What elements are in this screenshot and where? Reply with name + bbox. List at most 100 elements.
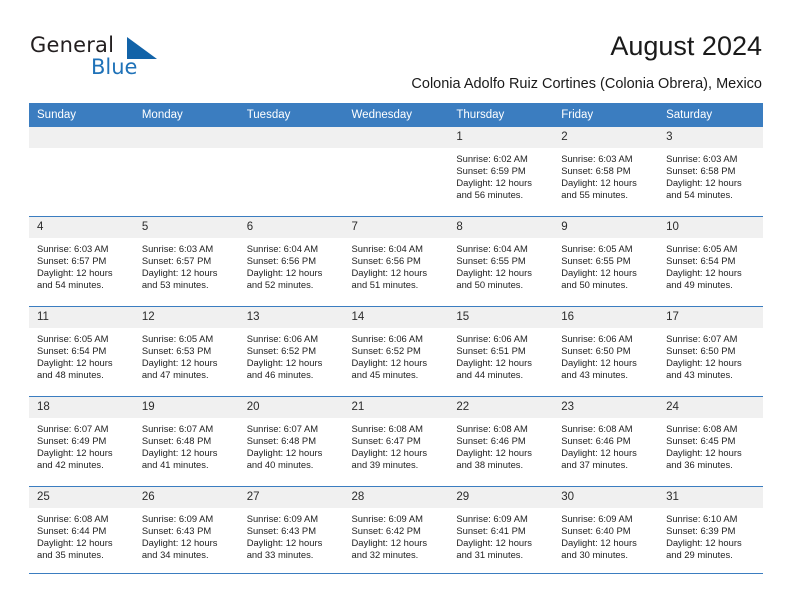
daylight-text-line2: and 37 minutes.: [561, 459, 628, 471]
day-details: Sunrise: 6:03 AM Sunset: 6:58 PM Dayligh…: [658, 148, 763, 201]
sunrise-text: Sunrise: 6:02 AM: [456, 153, 528, 164]
logo-text-blue: Blue: [91, 55, 138, 79]
day-number: 23: [553, 397, 659, 418]
day-cell[interactable]: 11 Sunrise: 6:05 AM Sunset: 6:54 PM Dayl…: [29, 306, 134, 397]
sunrise-text: Sunrise: 6:08 AM: [561, 423, 633, 434]
sunset-text: Sunset: 6:47 PM: [351, 435, 421, 447]
day-cell[interactable]: 7 Sunrise: 6:04 AM Sunset: 6:56 PM Dayli…: [343, 216, 449, 307]
day-cell[interactable]: 2 Sunrise: 6:03 AM Sunset: 6:58 PM Dayli…: [553, 127, 659, 217]
day-cell[interactable]: [29, 127, 134, 217]
day-cell[interactable]: 4 Sunrise: 6:03 AM Sunset: 6:57 PM Dayli…: [29, 216, 134, 307]
sunrise-text: Sunrise: 6:05 AM: [37, 333, 109, 344]
day-details: Sunrise: 6:09 AM Sunset: 6:41 PM Dayligh…: [448, 508, 553, 561]
sunrise-text: Sunrise: 6:08 AM: [351, 423, 423, 434]
day-details: Sunrise: 6:07 AM Sunset: 6:50 PM Dayligh…: [658, 328, 763, 381]
day-cell[interactable]: [343, 127, 449, 217]
day-cell[interactable]: 31 Sunrise: 6:10 AM Sunset: 6:39 PM Dayl…: [658, 486, 763, 576]
daylight-text-line2: and 50 minutes.: [561, 279, 628, 291]
day-cell[interactable]: 3 Sunrise: 6:03 AM Sunset: 6:58 PM Dayli…: [658, 127, 763, 217]
day-cell[interactable]: [133, 127, 239, 217]
sunset-text: Sunset: 6:54 PM: [666, 255, 736, 267]
day-cell[interactable]: 8 Sunrise: 6:04 AM Sunset: 6:55 PM Dayli…: [448, 216, 554, 307]
day-cell[interactable]: 27 Sunrise: 6:09 AM Sunset: 6:43 PM Dayl…: [238, 486, 344, 576]
day-cell[interactable]: 12 Sunrise: 6:05 AM Sunset: 6:53 PM Dayl…: [133, 306, 239, 397]
sunset-text: Sunset: 6:43 PM: [246, 525, 316, 537]
day-cell[interactable]: 19 Sunrise: 6:07 AM Sunset: 6:48 PM Dayl…: [133, 396, 239, 487]
calendar-week-row: 25 Sunrise: 6:08 AM Sunset: 6:44 PM Dayl…: [29, 486, 763, 576]
calendar-bottom-border: [29, 573, 763, 574]
day-number: 19: [133, 397, 239, 418]
day-details: Sunrise: 6:09 AM Sunset: 6:40 PM Dayligh…: [553, 508, 658, 561]
day-cell[interactable]: 18 Sunrise: 6:07 AM Sunset: 6:49 PM Dayl…: [29, 396, 134, 487]
day-cell[interactable]: 15 Sunrise: 6:06 AM Sunset: 6:51 PM Dayl…: [448, 306, 554, 397]
daylight-text-line2: and 34 minutes.: [141, 549, 209, 561]
day-cell[interactable]: 28 Sunrise: 6:09 AM Sunset: 6:42 PM Dayl…: [343, 486, 449, 576]
daylight-text-line1: Daylight: 12 hours: [666, 447, 742, 459]
day-cell[interactable]: 20 Sunrise: 6:07 AM Sunset: 6:48 PM Dayl…: [238, 396, 344, 487]
day-details: Sunrise: 6:06 AM Sunset: 6:51 PM Dayligh…: [448, 328, 553, 381]
day-cell[interactable]: 10 Sunrise: 6:05 AM Sunset: 6:54 PM Dayl…: [658, 216, 763, 307]
day-details: Sunrise: 6:03 AM Sunset: 6:57 PM Dayligh…: [134, 238, 239, 291]
daylight-text-line2: and 53 minutes.: [141, 279, 209, 291]
daylight-text-line1: Daylight: 12 hours: [351, 267, 428, 279]
calendar-week-row: 11 Sunrise: 6:05 AM Sunset: 6:54 PM Dayl…: [29, 306, 763, 397]
day-details: Sunrise: 6:05 AM Sunset: 6:54 PM Dayligh…: [658, 238, 763, 291]
daylight-text-line2: and 39 minutes.: [351, 459, 419, 471]
day-cell[interactable]: 25 Sunrise: 6:08 AM Sunset: 6:44 PM Dayl…: [29, 486, 134, 576]
daylight-text-line2: and 43 minutes.: [666, 369, 733, 381]
day-cell[interactable]: 23 Sunrise: 6:08 AM Sunset: 6:46 PM Dayl…: [553, 396, 659, 487]
day-cell[interactable]: 9 Sunrise: 6:05 AM Sunset: 6:55 PM Dayli…: [553, 216, 659, 307]
daylight-text-line2: and 38 minutes.: [456, 459, 524, 471]
day-cell[interactable]: [238, 127, 344, 217]
day-cell[interactable]: 1 Sunrise: 6:02 AM Sunset: 6:59 PM Dayli…: [448, 127, 554, 217]
daylight-text-line2: and 40 minutes.: [246, 459, 314, 471]
daylight-text-line2: and 44 minutes.: [456, 369, 524, 381]
sunset-text: Sunset: 6:50 PM: [561, 345, 631, 357]
daylight-text-line1: Daylight: 12 hours: [351, 357, 428, 369]
weekday-header-wednesday: Wednesday: [343, 103, 449, 127]
daylight-text-line1: Daylight: 12 hours: [666, 177, 742, 189]
day-cell[interactable]: 17 Sunrise: 6:07 AM Sunset: 6:50 PM Dayl…: [658, 306, 763, 397]
sunset-text: Sunset: 6:50 PM: [666, 345, 736, 357]
calendar-header-row: Sunday Monday Tuesday Wednesday Thursday…: [29, 103, 763, 127]
day-cell[interactable]: 16 Sunrise: 6:06 AM Sunset: 6:50 PM Dayl…: [553, 306, 659, 397]
day-details: Sunrise: 6:06 AM Sunset: 6:52 PM Dayligh…: [344, 328, 449, 381]
sunset-text: Sunset: 6:43 PM: [141, 525, 212, 537]
day-details: Sunrise: 6:04 AM Sunset: 6:56 PM Dayligh…: [344, 238, 449, 291]
day-cell[interactable]: 24 Sunrise: 6:08 AM Sunset: 6:45 PM Dayl…: [658, 396, 763, 487]
sunset-text: Sunset: 6:48 PM: [246, 435, 316, 447]
day-number: 6: [238, 217, 344, 238]
sunrise-text: Sunrise: 6:05 AM: [561, 243, 633, 254]
day-cell[interactable]: 6 Sunrise: 6:04 AM Sunset: 6:56 PM Dayli…: [238, 216, 344, 307]
day-cell[interactable]: 22 Sunrise: 6:08 AM Sunset: 6:46 PM Dayl…: [448, 396, 554, 487]
sunrise-text: Sunrise: 6:05 AM: [141, 333, 214, 344]
day-details: Sunrise: 6:08 AM Sunset: 6:44 PM Dayligh…: [29, 508, 134, 561]
day-details: Sunrise: 6:03 AM Sunset: 6:57 PM Dayligh…: [29, 238, 134, 291]
day-cell[interactable]: 29 Sunrise: 6:09 AM Sunset: 6:41 PM Dayl…: [448, 486, 554, 576]
general-blue-logo[interactable]: General Blue: [30, 33, 210, 83]
day-number: [29, 127, 134, 148]
sunset-text: Sunset: 6:48 PM: [141, 435, 212, 447]
daylight-text-line2: and 51 minutes.: [351, 279, 419, 291]
day-cell[interactable]: 13 Sunrise: 6:06 AM Sunset: 6:52 PM Dayl…: [238, 306, 344, 397]
weekday-header-tuesday: Tuesday: [238, 103, 344, 127]
sunset-text: Sunset: 6:58 PM: [561, 165, 631, 177]
daylight-text-line2: and 54 minutes.: [666, 189, 733, 201]
day-details: Sunrise: 6:04 AM Sunset: 6:56 PM Dayligh…: [239, 238, 344, 291]
page-subtitle: Colonia Adolfo Ruiz Cortines (Colonia Ob…: [411, 76, 762, 92]
day-cell[interactable]: 26 Sunrise: 6:09 AM Sunset: 6:43 PM Dayl…: [133, 486, 239, 576]
day-cell[interactable]: 5 Sunrise: 6:03 AM Sunset: 6:57 PM Dayli…: [133, 216, 239, 307]
day-cell[interactable]: 30 Sunrise: 6:09 AM Sunset: 6:40 PM Dayl…: [553, 486, 659, 576]
sunrise-text: Sunrise: 6:06 AM: [561, 333, 633, 344]
weekday-header-thursday: Thursday: [448, 103, 554, 127]
day-number: 26: [133, 487, 239, 508]
day-cell[interactable]: 21 Sunrise: 6:08 AM Sunset: 6:47 PM Dayl…: [343, 396, 449, 487]
sunset-text: Sunset: 6:52 PM: [351, 345, 421, 357]
sunrise-text: Sunrise: 6:03 AM: [141, 243, 214, 254]
day-number: 3: [658, 127, 763, 148]
day-cell[interactable]: 14 Sunrise: 6:06 AM Sunset: 6:52 PM Dayl…: [343, 306, 449, 397]
daylight-text-line1: Daylight: 12 hours: [456, 267, 532, 279]
daylight-text-line1: Daylight: 12 hours: [351, 537, 428, 549]
sunrise-text: Sunrise: 6:08 AM: [37, 513, 109, 524]
sunset-text: Sunset: 6:39 PM: [666, 525, 736, 537]
